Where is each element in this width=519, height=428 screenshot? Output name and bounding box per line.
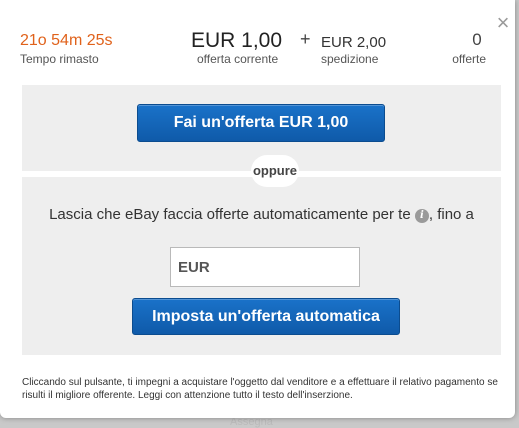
time-remaining-value: 21o 54m 25s: [20, 32, 113, 49]
max-bid-input[interactable]: [170, 247, 360, 287]
legal-disclaimer: Cliccando sul pulsante, ti impegni a acq…: [22, 377, 498, 401]
shipping-value: EUR 2,00: [321, 34, 387, 51]
bid-count-label: offerte: [452, 52, 486, 66]
info-icon[interactable]: i: [414, 209, 429, 223]
auto-bid-description: Lascia che eBay faccia offerte automatic…: [30, 205, 493, 224]
auto-bid-text-before: Lascia che eBay faccia offerte automatic…: [49, 206, 415, 223]
set-auto-bid-button[interactable]: Imposta un'offerta automatica: [132, 298, 400, 335]
bid-dialog: × 21o 54m 25s Tempo rimasto EUR 1,00 off…: [0, 0, 515, 418]
or-separator: oppure: [251, 155, 299, 187]
current-bid-label: offerta corrente: [197, 52, 279, 66]
plus-sign: +: [300, 29, 311, 49]
time-remaining-label: Tempo rimasto: [20, 52, 99, 66]
place-bid-button[interactable]: Fai un'offerta EUR 1,00: [137, 104, 385, 142]
shipping-label: spedizione: [321, 52, 379, 66]
bid-count-value: 0: [472, 30, 482, 49]
current-bid-value: EUR 1,00: [191, 29, 283, 52]
auto-bid-text-after: , fino a: [428, 206, 474, 223]
